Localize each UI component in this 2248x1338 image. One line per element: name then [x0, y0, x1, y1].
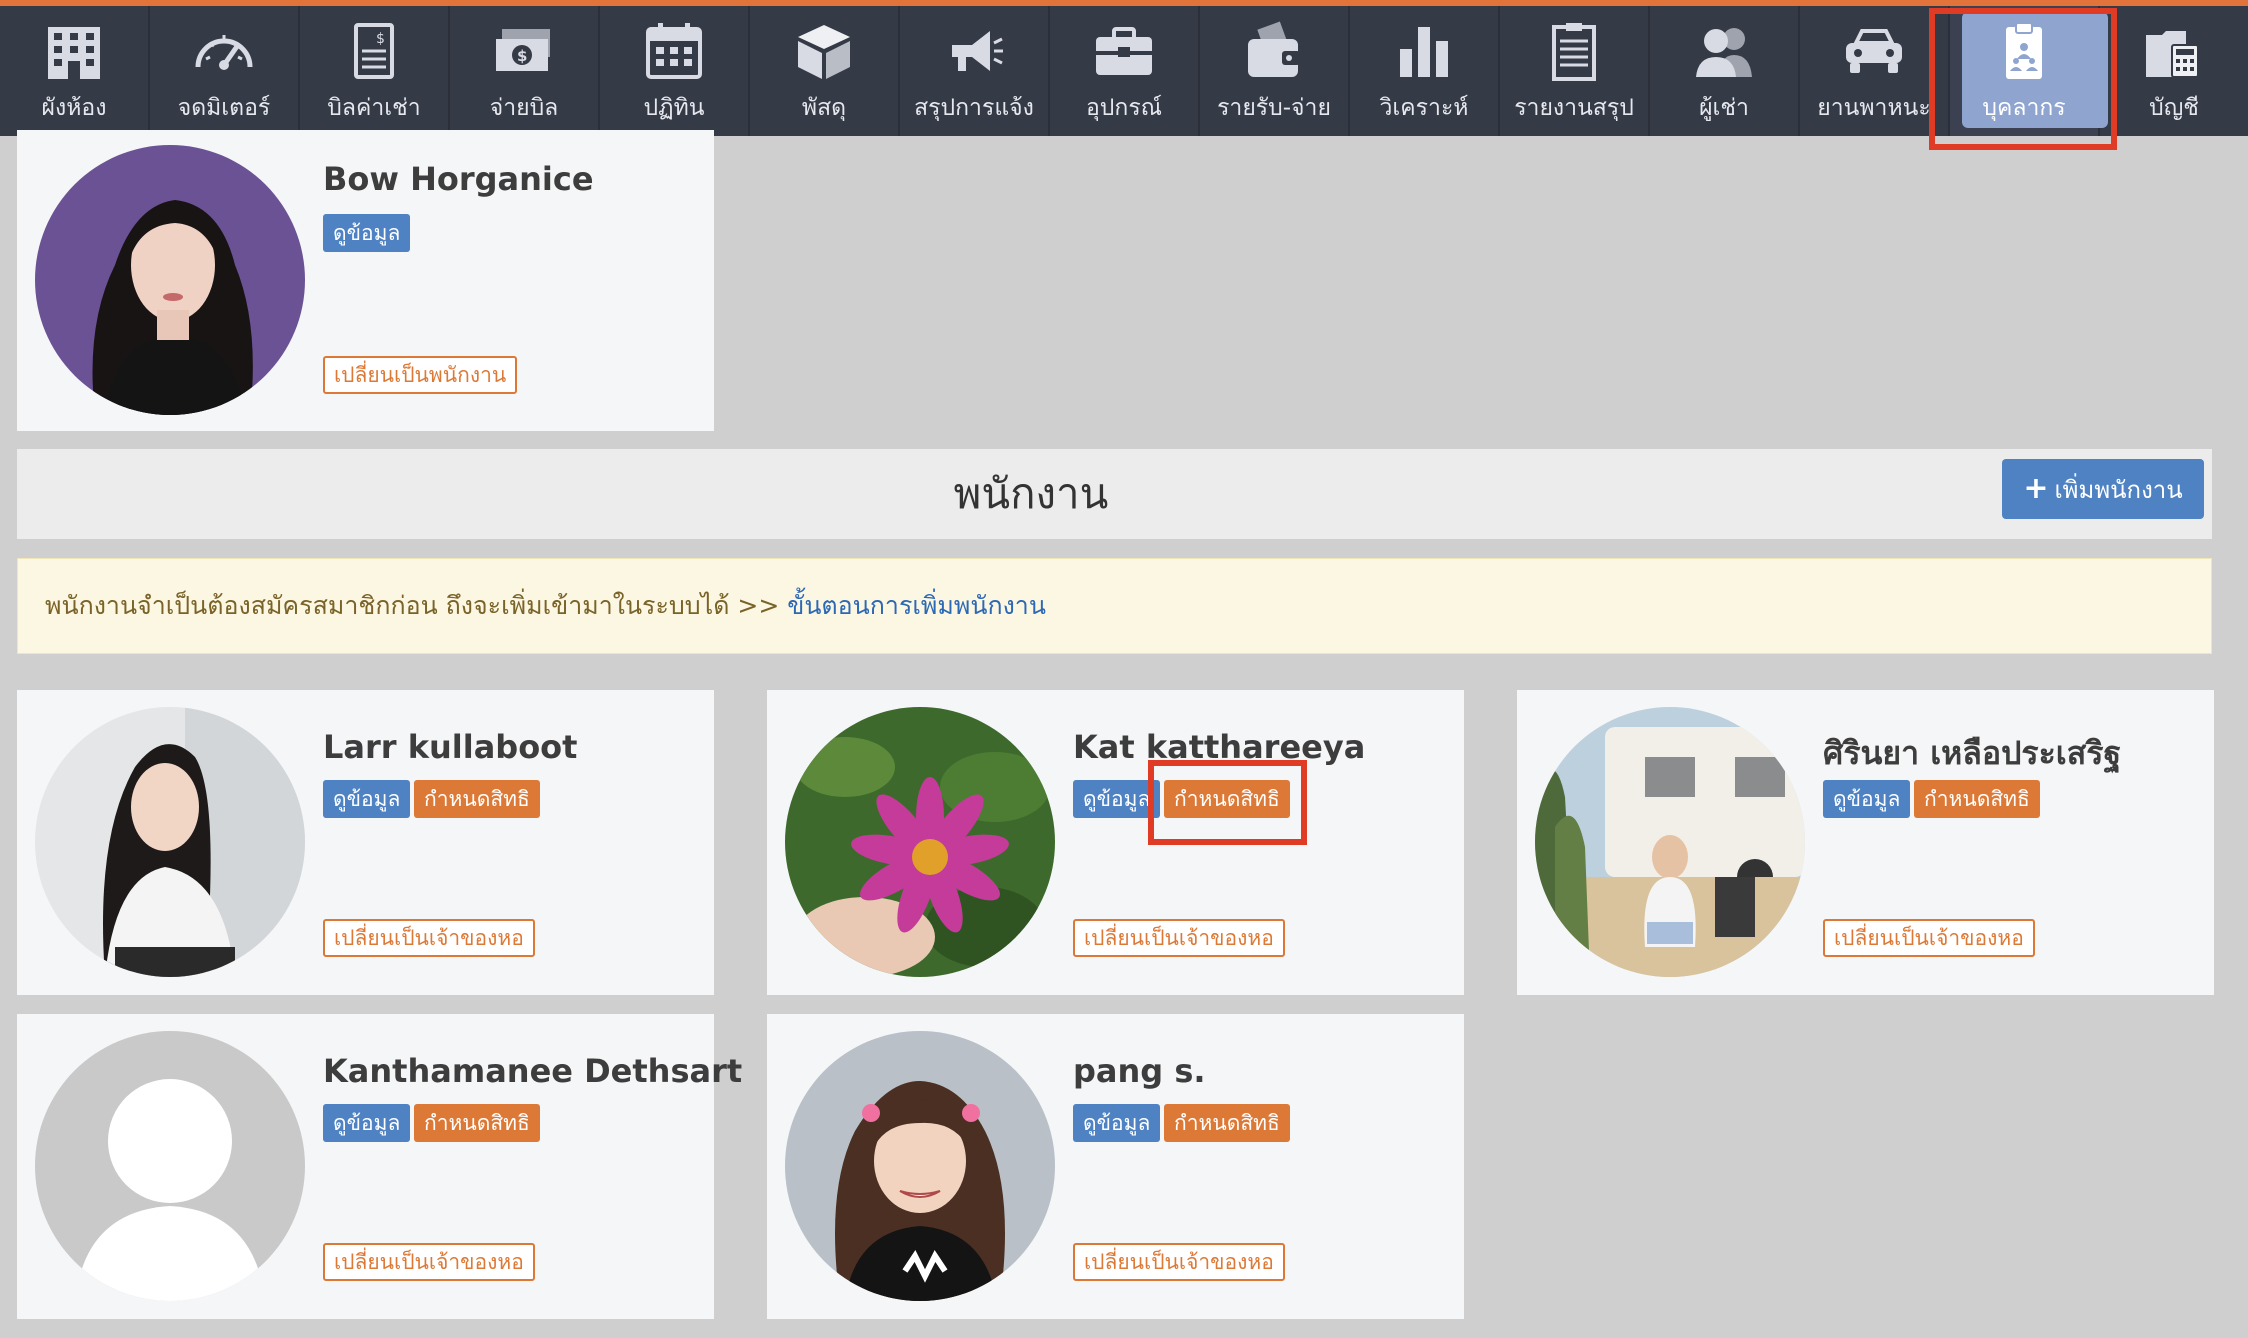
building-icon: [39, 16, 109, 86]
invoice-icon: $: [339, 16, 409, 86]
nav-item-calendar[interactable]: ปฏิทิน: [600, 6, 750, 136]
staff-name: Larr kullaboot: [323, 728, 578, 766]
staff-info-alert: พนักงานจำเป็นต้องสมัครสมาชิกก่อน ถึงจะเพ…: [17, 558, 2212, 654]
set-permission-button[interactable]: กำหนดสิทธิ: [414, 780, 540, 818]
bar-chart-icon: [1389, 16, 1459, 86]
set-permission-button[interactable]: กำหนดสิทธิ: [1164, 1104, 1290, 1142]
section-title: พนักงาน: [953, 469, 1109, 518]
staff-card: Kanthamanee Dethsart ดูข้อมูล กำหนดสิทธิ…: [17, 1014, 742, 1319]
nav-label: วิเคราะห์: [1379, 95, 1469, 121]
staff-card: Larr kullaboot ดูข้อมูล กำหนดสิทธิ เปลี่…: [17, 690, 714, 995]
avatar: [785, 707, 1055, 977]
avatar: [35, 1031, 305, 1301]
nav-label: ปฏิทิน: [643, 95, 705, 121]
highlight-annotation-nav: [1929, 8, 2117, 150]
nav-label: บิลค่าเช่า: [327, 95, 421, 121]
switch-to-owner-button[interactable]: เปลี่ยนเป็นเจ้าของหอ: [323, 1243, 535, 1281]
alert-text: พนักงานจำเป็นต้องสมัครสมาชิกก่อน ถึงจะเพ…: [45, 591, 788, 620]
nav-item-equipment[interactable]: อุปกรณ์: [1050, 6, 1200, 136]
accounting-icon: [2139, 16, 2209, 86]
avatar: [35, 707, 305, 977]
staff-card: Kat katthareeya ดูข้อมูล กำหนดสิทธิ เปลี…: [767, 690, 1464, 995]
users-icon: [1689, 16, 1759, 86]
avatar: [35, 145, 305, 415]
nav-label: ผังห้อง: [41, 95, 107, 121]
report-icon: [1539, 16, 1609, 86]
set-permission-button[interactable]: กำหนดสิทธิ: [1914, 780, 2040, 818]
megaphone-icon: [939, 16, 1009, 86]
staff-name: pang s.: [1073, 1052, 1206, 1090]
add-staff-steps-link[interactable]: ขั้นตอนการเพิ่มพนักงาน: [787, 591, 1046, 620]
add-staff-label: เพิ่มพนักงาน: [2054, 475, 2183, 504]
toolbox-icon: [1089, 16, 1159, 86]
main-nav: ผังห้อง จดมิเตอร์ $ บิลค่าเช่า $ จ่ายบิล…: [0, 6, 2248, 136]
staff-name: Kanthamanee Dethsart: [323, 1052, 743, 1090]
view-info-button[interactable]: ดูข้อมูล: [1073, 1104, 1161, 1142]
switch-to-owner-button[interactable]: เปลี่ยนเป็นเจ้าของหอ: [1073, 1243, 1285, 1281]
nav-item-analysis[interactable]: วิเคราะห์: [1350, 6, 1500, 136]
view-info-button[interactable]: ดูข้อมูล: [323, 1104, 411, 1142]
nav-item-parcel[interactable]: พัสดุ: [750, 6, 900, 136]
staff-card: ศิรินยา เหลือประเสริฐ ดูข้อมูล กำหนดสิทธ…: [1517, 690, 2214, 995]
nav-label: บัญชี: [2149, 95, 2199, 121]
svg-text:$: $: [376, 31, 385, 47]
money-icon: $: [489, 16, 559, 86]
owner-card: Bow Horganice ดูข้อมูล เปลี่ยนเป็นพนักงา…: [17, 130, 714, 431]
nav-label: สรุปการแจ้ง: [914, 95, 1034, 121]
nav-item-rent-bill[interactable]: $ บิลค่าเช่า: [300, 6, 450, 136]
nav-label: ผู้เช่า: [1699, 95, 1749, 121]
nav-label: จดมิเตอร์: [177, 95, 271, 121]
staff-card: pang s. ดูข้อมูล กำหนดสิทธิ เปลี่ยนเป็นเ…: [767, 1014, 1464, 1319]
nav-label: อุปกรณ์: [1085, 95, 1163, 121]
avatar: [785, 1031, 1055, 1301]
nav-item-notice-summary[interactable]: สรุปการแจ้ง: [900, 6, 1050, 136]
set-permission-button[interactable]: กำหนดสิทธิ: [414, 1104, 540, 1142]
gauge-icon: [189, 16, 259, 86]
nav-label: พัสดุ: [801, 95, 847, 121]
nav-item-meter[interactable]: จดมิเตอร์: [150, 6, 300, 136]
view-info-button[interactable]: ดูข้อมูล: [1823, 780, 1911, 818]
nav-item-accounting[interactable]: บัญชี: [2100, 6, 2248, 136]
plus-icon: +: [2023, 471, 2049, 506]
package-icon: [789, 16, 859, 86]
nav-label: รายรับ-จ่าย: [1217, 95, 1331, 121]
staff-name: Bow Horganice: [323, 160, 594, 198]
nav-item-income-expense[interactable]: รายรับ-จ่าย: [1200, 6, 1350, 136]
add-staff-button[interactable]: + เพิ่มพนักงาน: [2002, 459, 2204, 519]
calendar-icon: [639, 16, 709, 86]
nav-item-tenants[interactable]: ผู้เช่า: [1650, 6, 1800, 136]
nav-label: จ่ายบิล: [489, 95, 559, 121]
switch-to-owner-button[interactable]: เปลี่ยนเป็นเจ้าของหอ: [1073, 919, 1285, 957]
car-icon: [1839, 16, 1909, 86]
nav-item-summary-report[interactable]: รายงานสรุป: [1500, 6, 1650, 136]
nav-label: รายงานสรุป: [1514, 95, 1634, 121]
avatar: [1535, 707, 1805, 977]
switch-to-owner-button[interactable]: เปลี่ยนเป็นเจ้าของหอ: [1823, 919, 2035, 957]
nav-item-pay-bill[interactable]: $ จ่ายบิล: [450, 6, 600, 136]
staff-section-header: พนักงาน + เพิ่มพนักงาน: [17, 449, 2212, 539]
view-info-button[interactable]: ดูข้อมูล: [323, 780, 411, 818]
view-info-button[interactable]: ดูข้อมูล: [323, 214, 411, 252]
highlight-annotation-permission: [1148, 760, 1307, 845]
staff-name: ศิรินยา เหลือประเสริฐ: [1823, 734, 2122, 772]
svg-text:$: $: [517, 47, 527, 65]
switch-to-owner-button[interactable]: เปลี่ยนเป็นเจ้าของหอ: [323, 919, 535, 957]
nav-item-room-map[interactable]: ผังห้อง: [0, 6, 150, 136]
nav-item-vehicles[interactable]: ยานพาหนะ: [1800, 6, 1950, 136]
switch-to-staff-button[interactable]: เปลี่ยนเป็นพนักงาน: [323, 356, 518, 394]
nav-label: ยานพาหนะ: [1817, 95, 1931, 121]
wallet-icon: [1239, 16, 1309, 86]
